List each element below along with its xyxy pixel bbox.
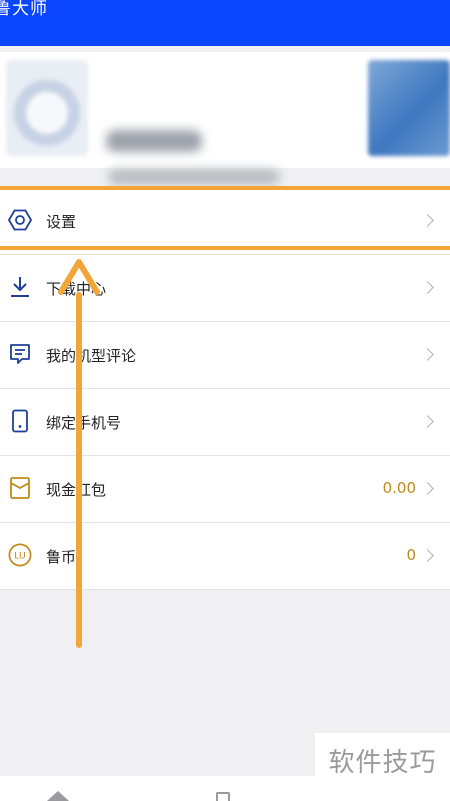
menu-label-lu-coins: 鲁币 bbox=[46, 548, 77, 566]
cash-red-envelope-value: 0.00 bbox=[382, 479, 416, 497]
lu-coins-value: 0 bbox=[406, 546, 416, 564]
chevron-right-icon bbox=[421, 415, 434, 428]
chevron-right-icon bbox=[421, 348, 434, 361]
annotation-arrow-head-icon bbox=[58, 259, 100, 295]
menu-item-bind-phone[interactable]: 绑定手机号 bbox=[0, 389, 450, 456]
annotation-arrow-shaft bbox=[76, 292, 82, 648]
menu-label-bind-phone: 绑定手机号 bbox=[46, 414, 122, 432]
profile-name-blurred bbox=[106, 130, 202, 152]
tools-tab-icon[interactable] bbox=[216, 792, 230, 801]
settings-hexagon-icon bbox=[8, 208, 32, 232]
phone-icon bbox=[8, 409, 32, 433]
menu-item-cash-red-envelope[interactable]: 现金红包 0.00 bbox=[0, 456, 450, 523]
chevron-right-icon bbox=[421, 482, 434, 495]
home-tab-icon[interactable] bbox=[47, 791, 69, 801]
menu-label-my-reviews: 我的机型评论 bbox=[46, 347, 137, 365]
app-title: 鲁大师 bbox=[0, 0, 48, 19]
comment-icon bbox=[8, 342, 32, 366]
profile-subtitle-blurred bbox=[108, 169, 280, 185]
menu-label-settings: 设置 bbox=[46, 213, 77, 231]
profile-banner-image[interactable] bbox=[368, 60, 450, 156]
chevron-right-icon bbox=[421, 549, 434, 562]
svg-text:LU: LU bbox=[14, 551, 25, 562]
lu-coin-icon: LU bbox=[8, 543, 32, 567]
avatar[interactable] bbox=[6, 60, 88, 156]
chevron-right-icon bbox=[421, 214, 434, 227]
watermark: 软件技巧 bbox=[315, 733, 450, 787]
menu-list: 设置 下载中心 我的机型评论 绑定手机号 0.00 LU 鲁币 0 bbox=[0, 188, 450, 590]
download-icon bbox=[8, 275, 32, 299]
chevron-right-icon bbox=[421, 281, 434, 294]
watermark-text: 软件技巧 bbox=[328, 747, 437, 778]
red-envelope-icon bbox=[8, 476, 32, 500]
app-header: 鲁大师 bbox=[0, 0, 450, 46]
menu-item-lu-coins[interactable]: LU 鲁币 0 bbox=[0, 523, 450, 590]
menu-item-settings[interactable]: 设置 bbox=[0, 188, 450, 255]
menu-item-my-reviews[interactable]: 我的机型评论 bbox=[0, 322, 450, 389]
